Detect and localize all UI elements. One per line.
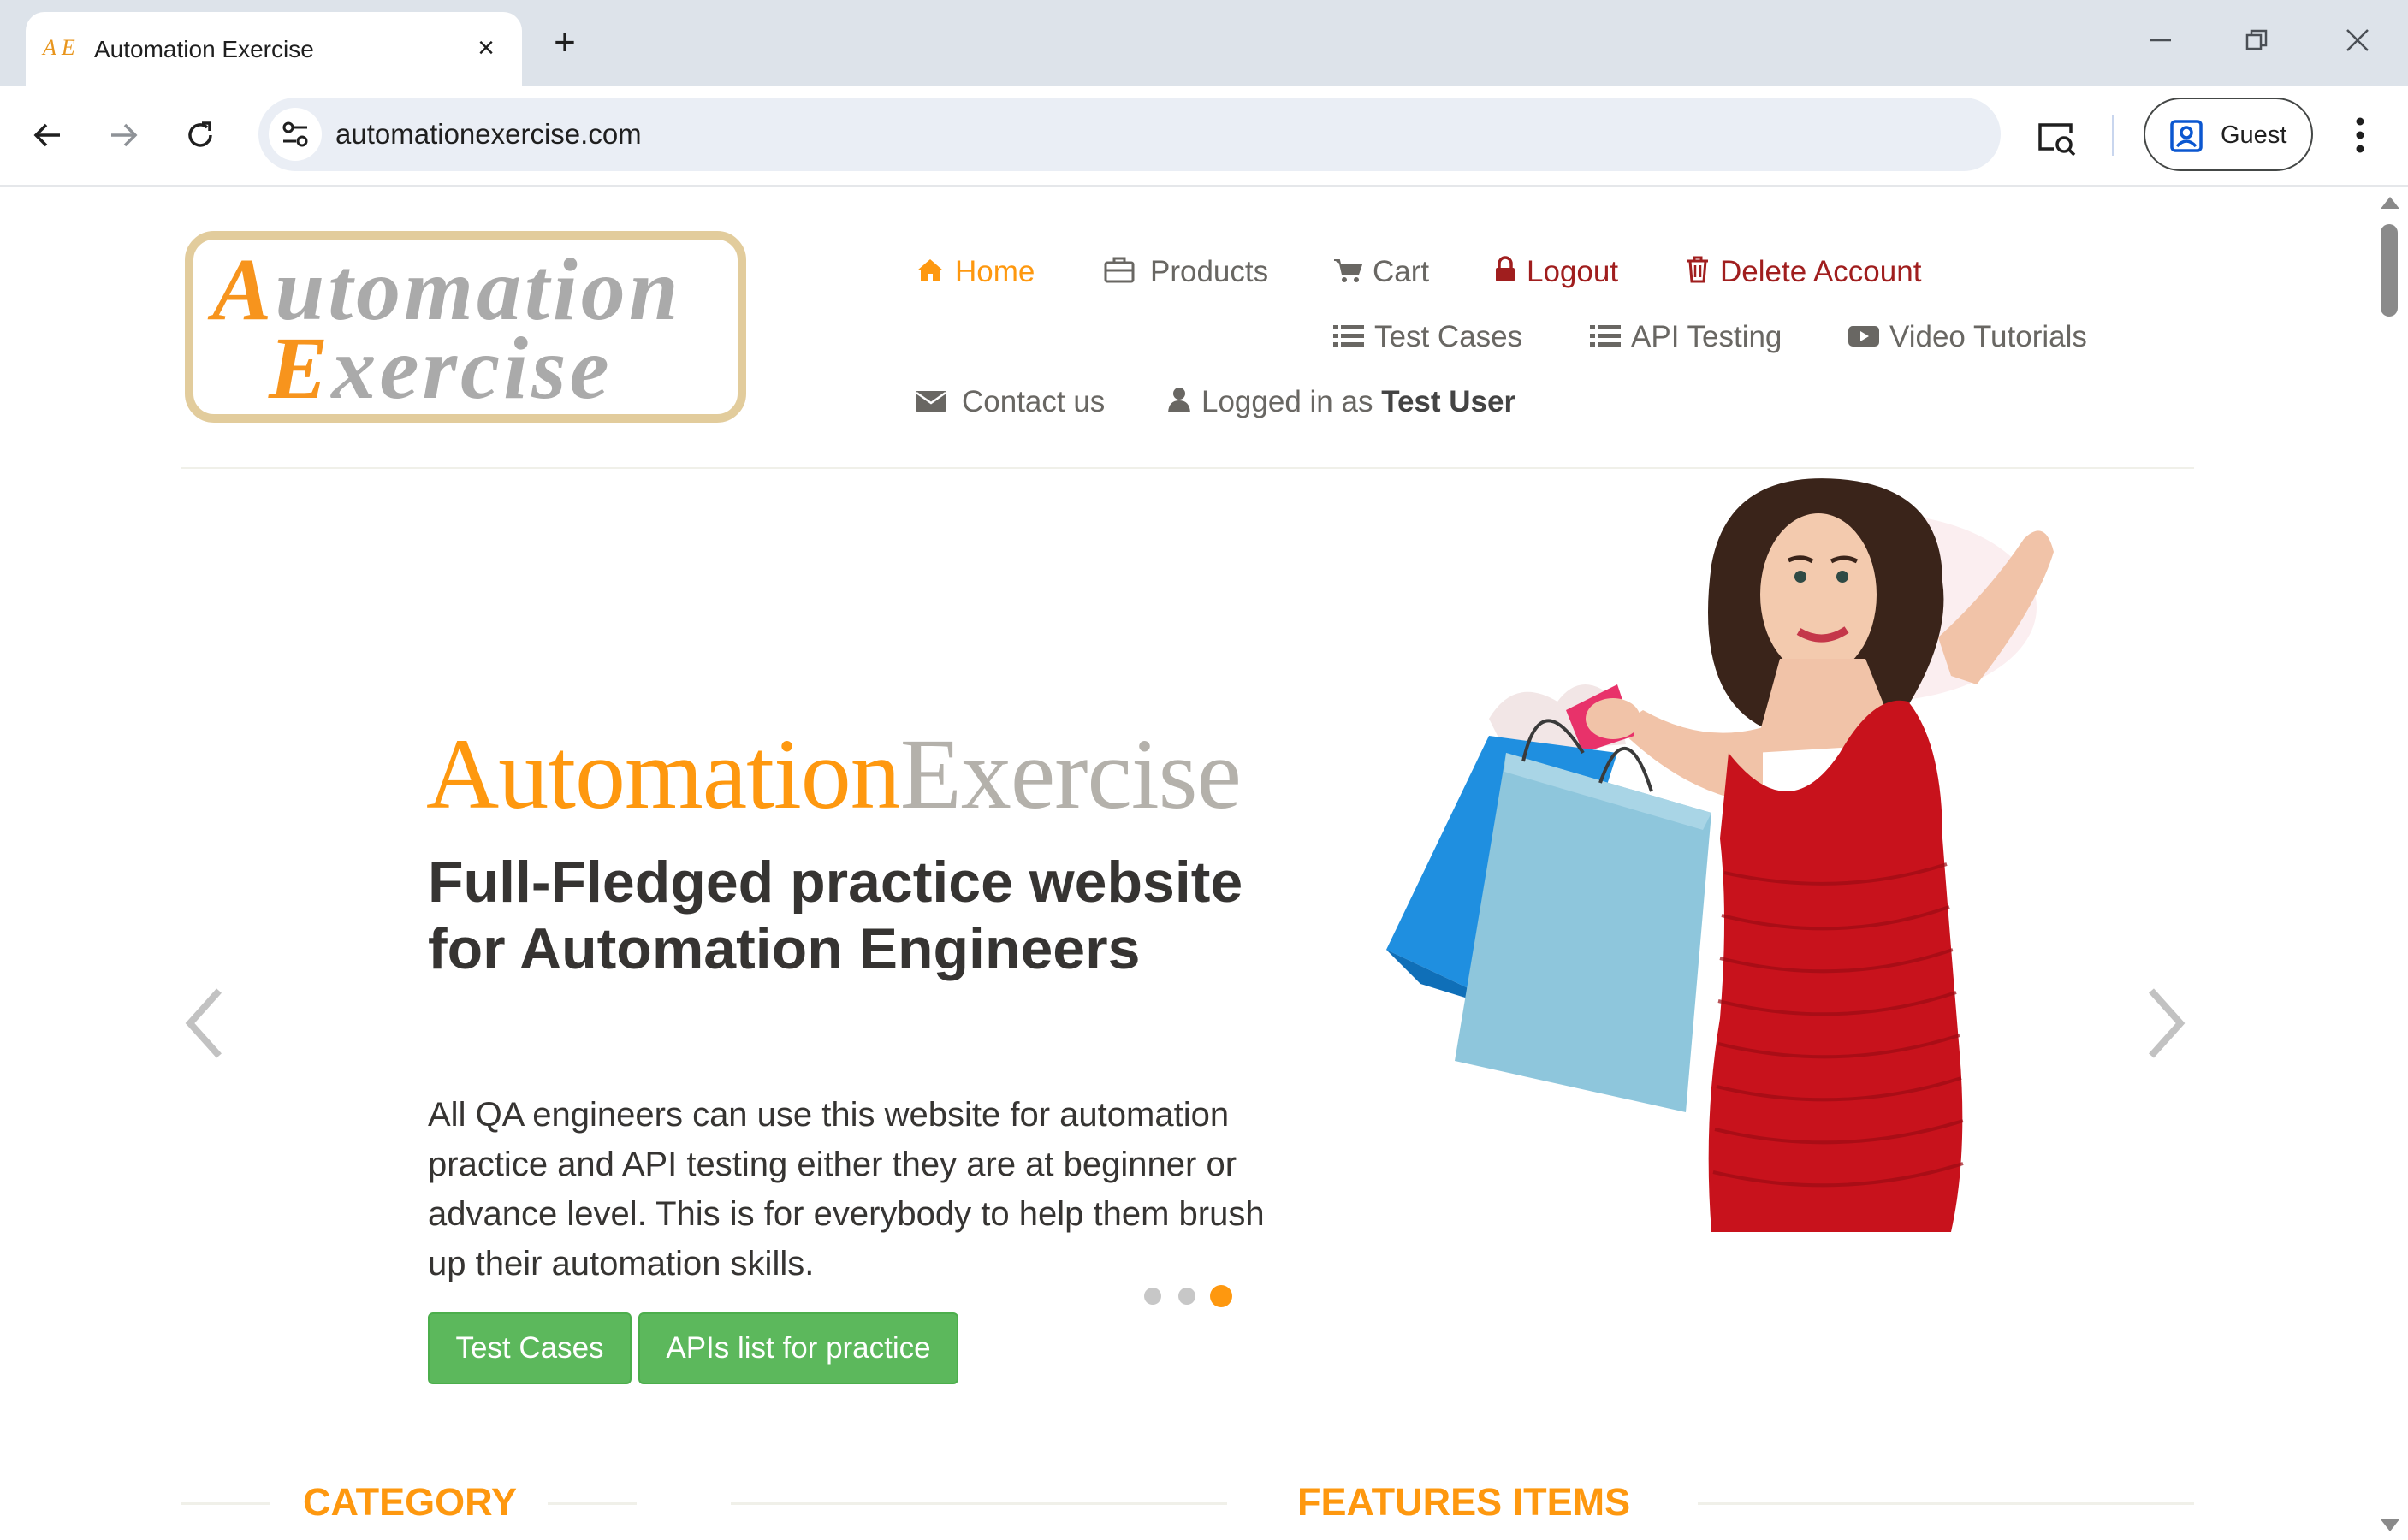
nav-contact-us[interactable]: Contact us	[916, 382, 1105, 424]
browser-menu-icon[interactable]	[2343, 108, 2377, 159]
category-heading: CATEGORY	[303, 1480, 518, 1524]
hero-model-image	[1386, 478, 2054, 1232]
list-icon	[1333, 318, 1364, 359]
site-favicon-icon: A E	[43, 35, 75, 60]
cart-icon	[1333, 253, 1363, 294]
category-rule-right	[548, 1502, 637, 1505]
logo-line-2: Exercise	[269, 319, 613, 418]
browser-tab-strip: A E Automation Exercise × +	[0, 0, 2408, 86]
url-text: automationexercise.com	[335, 118, 642, 150]
carousel-indicator-1[interactable]	[1144, 1288, 1161, 1305]
logged-in-status: Logged in as Test User	[1167, 382, 1515, 424]
close-tab-icon[interactable]: ×	[467, 29, 505, 67]
back-icon[interactable]	[24, 111, 72, 159]
header-divider	[181, 467, 2194, 469]
new-tab-icon[interactable]: +	[544, 22, 585, 63]
web-page: Automation Exercise Home Products Cart L…	[0, 188, 2408, 1540]
profile-button[interactable]: Guest	[2144, 98, 2313, 171]
list-icon	[1590, 318, 1621, 359]
slider-description: All QA engineers can use this website fo…	[428, 1096, 1265, 1282]
profile-label: Guest	[2221, 121, 2287, 149]
briefcase-icon	[1104, 253, 1135, 294]
page-scrollbar[interactable]	[2370, 188, 2408, 1540]
carousel-indicator-3[interactable]	[1210, 1285, 1232, 1307]
scroll-up-arrow-icon[interactable]	[2381, 197, 2399, 209]
carousel-indicator-2[interactable]	[1178, 1288, 1195, 1305]
toolbar-divider	[2112, 115, 2114, 156]
restore-icon[interactable]	[2235, 22, 2278, 65]
nav-api-testing[interactable]: API Testing	[1590, 317, 1782, 359]
site-logo[interactable]: Automation Exercise	[185, 231, 746, 423]
envelope-icon	[916, 383, 946, 424]
home-icon	[916, 253, 945, 294]
video-play-icon	[1848, 318, 1879, 359]
slider-heading: Full-Fledged practice website for Automa…	[428, 850, 1243, 981]
nav-cart[interactable]: Cart	[1333, 252, 1429, 294]
minimize-icon[interactable]	[2139, 22, 2182, 65]
scroll-thumb[interactable]	[2381, 224, 2398, 317]
carousel-next-icon[interactable]	[2141, 980, 2192, 1066]
close-window-icon[interactable]	[2336, 22, 2379, 65]
browser-toolbar: automationexercise.com Guest	[0, 86, 2408, 187]
features-rule-left	[731, 1502, 1227, 1505]
site-info-icon[interactable]	[269, 108, 322, 161]
features-heading: FEATURES ITEMS	[1297, 1480, 1631, 1524]
browser-tab[interactable]: A E Automation Exercise ×	[26, 12, 522, 86]
logged-in-username: Test User	[1381, 385, 1516, 418]
nav-home[interactable]: Home	[916, 252, 1035, 294]
apis-list-button[interactable]: APIs list for practice	[638, 1312, 958, 1384]
lock-icon	[1494, 253, 1516, 294]
user-icon	[1167, 383, 1191, 424]
features-rule-right	[1698, 1502, 2194, 1505]
nav-delete-account[interactable]: Delete Account	[1686, 252, 1921, 294]
slider-brand-title: AutomationExercise	[426, 718, 1242, 830]
carousel-prev-icon[interactable]	[178, 980, 229, 1066]
nav-logout[interactable]: Logout	[1494, 252, 1618, 294]
test-cases-button[interactable]: Test Cases	[428, 1312, 632, 1384]
trash-icon	[1686, 253, 1710, 294]
scroll-down-arrow-icon[interactable]	[2381, 1519, 2399, 1531]
tab-title: Automation Exercise	[94, 36, 314, 62]
category-rule-left	[181, 1502, 270, 1505]
nav-test-cases[interactable]: Test Cases	[1333, 317, 1522, 359]
reload-icon[interactable]	[176, 111, 224, 159]
nav-products[interactable]: Products	[1104, 252, 1268, 294]
forward-icon[interactable]	[99, 111, 147, 159]
address-bar[interactable]: automationexercise.com	[258, 98, 2001, 171]
nav-video-tutorials[interactable]: Video Tutorials	[1848, 317, 2087, 359]
profile-icon	[2170, 120, 2203, 152]
search-lens-icon[interactable]	[2035, 116, 2081, 163]
